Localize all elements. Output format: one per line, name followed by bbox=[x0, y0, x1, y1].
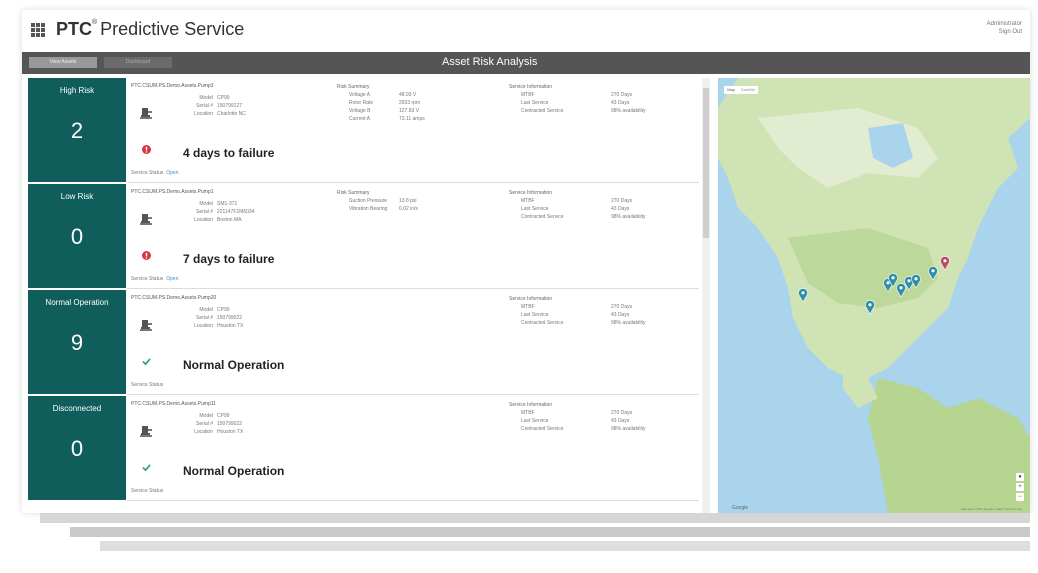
page-title: Asset Risk Analysis bbox=[442, 56, 538, 68]
map-marker-icon[interactable] bbox=[911, 274, 921, 288]
risk-summary-heading: Risk Summary bbox=[337, 190, 370, 196]
service-information: Service Information MTBF 270 Days Last Serv… bbox=[509, 296, 646, 326]
asset-card[interactable]: PTC.CSUM.PS.Demo.Assets.Pump20 Model CP99 S… bbox=[127, 290, 699, 395]
pump-icon bbox=[140, 426, 152, 437]
map-zoom-controls: ● + − bbox=[1016, 471, 1024, 501]
user-menu[interactable]: Administrator Sign Out bbox=[987, 20, 1022, 36]
asset-card[interactable]: PTC.CSUM.PS.Demo.Assets.Pump11 Model CP99 S… bbox=[127, 396, 699, 501]
asset-name[interactable]: PTC.CSUM.PS.Demo.Assets.Pump20 bbox=[131, 295, 216, 301]
map-marker-icon[interactable] bbox=[940, 256, 950, 270]
risk-row: Suction Pressure 13.8 psi bbox=[349, 198, 417, 204]
service-information: Service Information MTBF 270 Days Last Serv… bbox=[509, 84, 646, 114]
risk-row: Rotor Rate 2933 rpm bbox=[349, 100, 421, 106]
failure-prediction: 4 days to failure bbox=[183, 146, 275, 160]
decorative-shadow-bars bbox=[40, 513, 1036, 573]
checkmark-icon bbox=[142, 358, 151, 366]
asset-name[interactable]: PTC.CSUM.PS.Demo.Assets.Pump3 bbox=[131, 83, 214, 89]
asset-name[interactable]: PTC.CSUM.PS.Demo.Assets.Pump1 bbox=[131, 189, 214, 195]
map-marker-icon[interactable] bbox=[798, 288, 808, 302]
risk-summary-heading: Risk Summary bbox=[337, 84, 370, 90]
service-open-link[interactable]: Open bbox=[166, 276, 178, 282]
checkmark-icon bbox=[142, 464, 151, 472]
asset-list: PTC.CSUM.PS.Demo.Assets.Pump3 Model CP99 Se… bbox=[127, 78, 699, 513]
asset-card[interactable]: PTC.CSUM.PS.Demo.Assets.Pump3 Model CP99 Se… bbox=[127, 78, 699, 183]
asset-details: Model CP99 Serial #150799022 Location Housto… bbox=[194, 413, 244, 435]
risk-row: Vibration Bearing 0.02 in/s bbox=[349, 206, 418, 212]
risk-row: Voltage A 48.93 V bbox=[349, 92, 417, 98]
pump-icon bbox=[140, 214, 152, 225]
map-type-map[interactable]: Map bbox=[724, 86, 739, 94]
asset-name[interactable]: PTC.CSUM.PS.Demo.Assets.Pump11 bbox=[131, 401, 216, 407]
brand-logo: PTC® Predictive Service bbox=[56, 19, 245, 39]
map-land bbox=[718, 78, 1030, 513]
risk-row: Voltage B 127.83 V bbox=[349, 108, 420, 114]
app-launcher-icon[interactable] bbox=[31, 23, 45, 37]
service-information: Service Information MTBF 270 Days Last Serv… bbox=[509, 190, 646, 220]
map-type-satellite[interactable]: Satellite bbox=[738, 86, 758, 94]
title-bar: View Assets Dashboard Asset Risk Analysi… bbox=[22, 52, 1030, 74]
asset-details: Model SM1-371 Serial #221147F1M6034 Locatio… bbox=[194, 201, 255, 223]
zoom-in-button[interactable]: + bbox=[1016, 483, 1024, 491]
zoom-out-button[interactable]: − bbox=[1016, 493, 1024, 501]
service-status: Service Status Open bbox=[131, 170, 179, 176]
map-marker-icon[interactable] bbox=[865, 300, 875, 314]
alert-icon bbox=[142, 251, 151, 260]
view-assets-button[interactable]: View Assets bbox=[29, 57, 97, 68]
service-open-link[interactable]: Open bbox=[166, 170, 178, 176]
map-attribution[interactable]: Map data ©2016 Google, INEGI Terms of Us… bbox=[961, 507, 1022, 511]
failure-prediction: Normal Operation bbox=[183, 358, 285, 372]
app-window: PTC® Predictive Service Administrator Sign… bbox=[22, 10, 1030, 513]
asset-map[interactable]: Map Satellite ● + − Google Map data ©201… bbox=[718, 78, 1030, 513]
service-status: Service Status Open bbox=[131, 276, 179, 282]
risk-summary: Risk Summary Suction Pressure 13.8 psi Vibr… bbox=[337, 189, 418, 213]
asset-details: Model CP99 Serial #150799127 Location Charlo… bbox=[194, 95, 246, 117]
pump-icon bbox=[140, 108, 152, 119]
scrollbar-thumb[interactable] bbox=[703, 88, 709, 238]
tile-low-risk[interactable]: Low Risk 0 bbox=[28, 184, 126, 288]
street-view-icon[interactable]: ● bbox=[1016, 473, 1024, 481]
service-information: Service Information MTBF 270 Days Last Serv… bbox=[509, 402, 646, 432]
tile-normal-operation[interactable]: Normal Operation 9 bbox=[28, 290, 126, 394]
risk-summary: Risk Summary Voltage A 48.93 V Rotor Rate 29… bbox=[337, 83, 425, 123]
tile-high-risk[interactable]: High Risk 2 bbox=[28, 78, 126, 182]
asset-card[interactable]: PTC.CSUM.PS.Demo.Assets.Pump1 Model SM1-37… bbox=[127, 184, 699, 289]
failure-prediction: 7 days to failure bbox=[183, 252, 275, 266]
pump-icon bbox=[140, 320, 152, 331]
risk-row: Current A 73.11 amps bbox=[349, 116, 425, 122]
scrollbar[interactable] bbox=[702, 78, 710, 513]
tile-disconnected[interactable]: Disconnected 0 bbox=[28, 396, 126, 500]
service-status: Service Status bbox=[131, 488, 164, 494]
top-bar: PTC® Predictive Service Administrator Sign… bbox=[22, 10, 1030, 50]
service-status: Service Status bbox=[131, 382, 164, 388]
map-marker-icon[interactable] bbox=[928, 266, 938, 280]
dashboard-button[interactable]: Dashboard bbox=[104, 57, 172, 68]
google-logo: Google bbox=[732, 505, 749, 511]
failure-prediction: Normal Operation bbox=[183, 464, 285, 478]
asset-details: Model CP99 Serial #150799022 Location Housto… bbox=[194, 307, 244, 329]
alert-icon bbox=[142, 145, 151, 154]
